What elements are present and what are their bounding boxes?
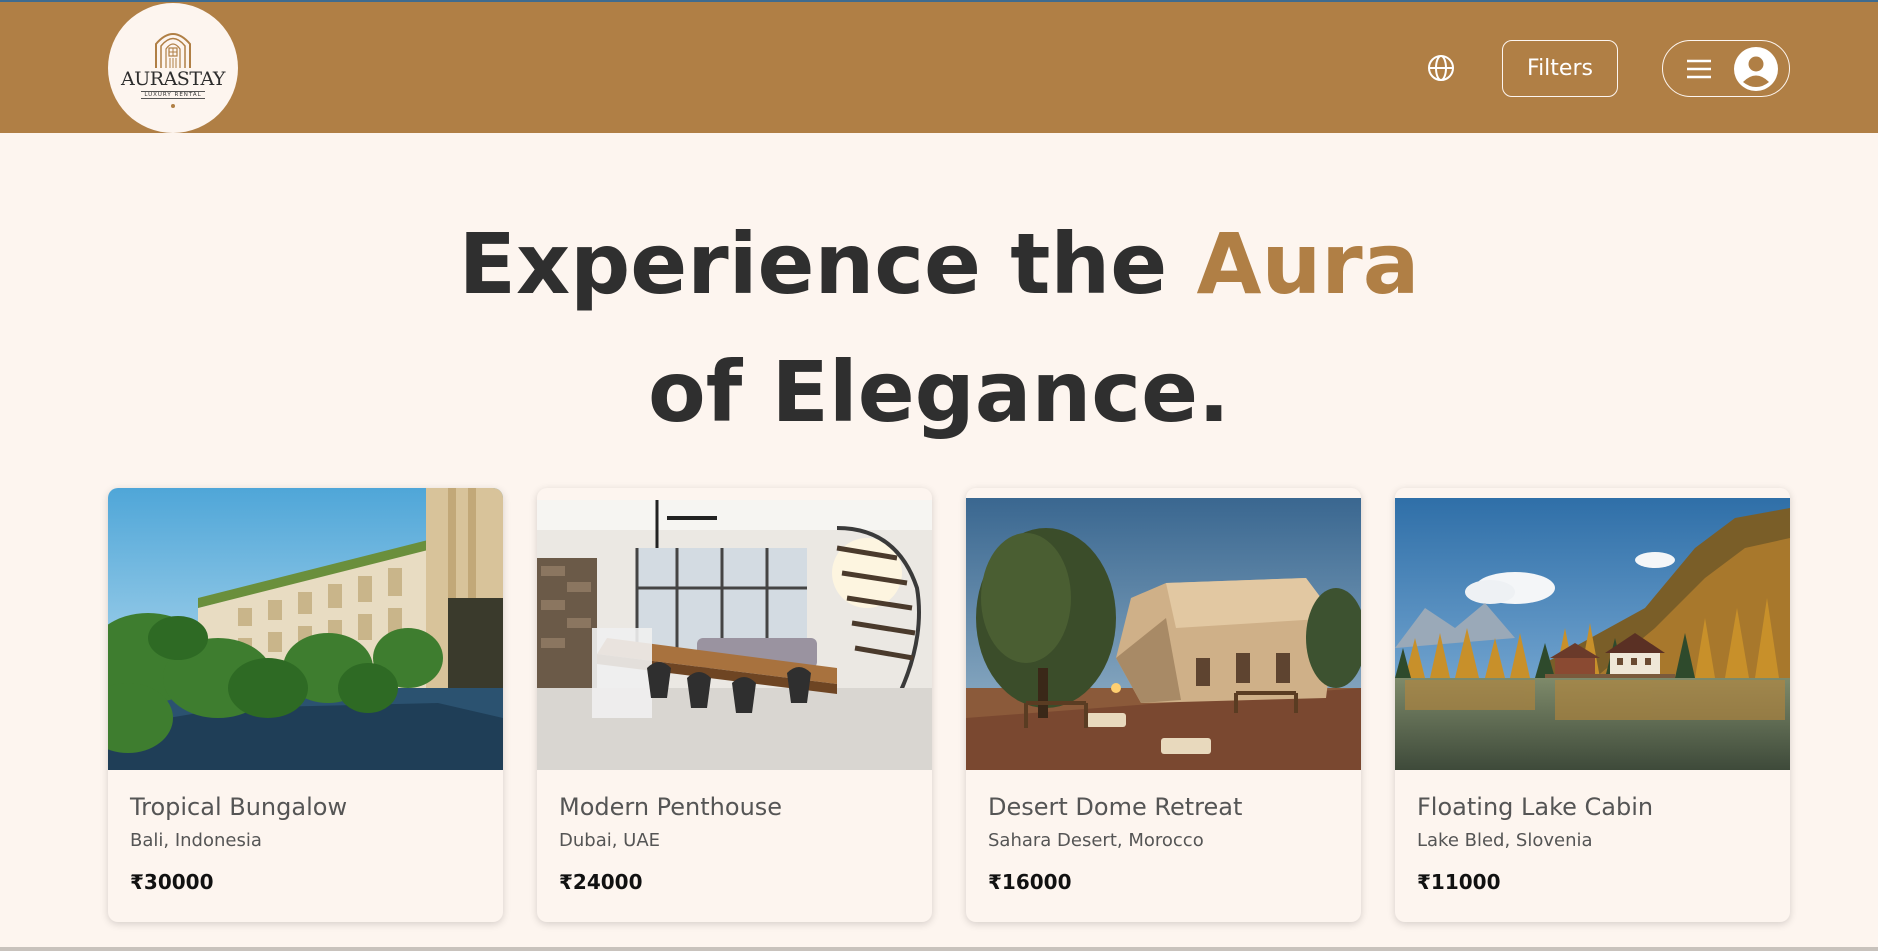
listing-price: ₹30000 [130,870,214,894]
hero-line2-text: of Elegance. [648,343,1230,441]
brand-tagline: LUXURY RENTAL [141,91,205,99]
listing-title: Modern Penthouse [559,793,783,821]
user-avatar-icon [1734,46,1778,91]
listing-image-desert-dome-retreat [966,488,1361,770]
brand-logo[interactable]: AURASTAY LUXURY RENTAL [108,3,238,133]
listing-image-modern-penthouse [537,488,932,770]
house-crest-icon [155,33,191,68]
listing-location: Sahara Desert, Morocco [988,830,1204,851]
hero-accent-word: Aura [1196,215,1420,313]
listing-price: ₹24000 [559,870,643,894]
listing-location: Dubai, UAE [559,830,661,851]
navbar: AURASTAY LUXURY RENTAL Filters [0,2,1878,133]
brand-name: AURASTAY [121,68,225,90]
language-button[interactable] [1426,53,1456,83]
listing-card-desert-dome-retreat[interactable]: Desert Dome Retreat Sahara Desert, Moroc… [966,488,1361,922]
listing-card-floating-lake-cabin[interactable]: Floating Lake Cabin Lake Bled, Slovenia … [1395,488,1790,922]
globe-icon [1428,55,1454,81]
listings-grid: Tropical Bungalow Bali, Indonesia ₹30000 [108,488,1790,922]
listing-image-tropical-bungalow [108,488,503,770]
listing-price: ₹16000 [988,870,1072,894]
listing-card-modern-penthouse[interactable]: Modern Penthouse Dubai, UAE ₹24000 [537,488,932,922]
listing-title: Desert Dome Retreat [988,793,1243,821]
listing-location: Lake Bled, Slovenia [1417,830,1593,851]
filters-button[interactable]: Filters [1502,40,1618,97]
hero-heading: Experience the Aura of Elegance. [0,200,1878,456]
listing-title: Floating Lake Cabin [1417,793,1654,821]
logo-dot [171,104,175,108]
listing-card-tropical-bungalow[interactable]: Tropical Bungalow Bali, Indonesia ₹30000 [108,488,503,922]
user-menu-button[interactable] [1662,40,1790,97]
listing-price: ₹11000 [1417,870,1501,894]
listing-image-floating-lake-cabin [1395,488,1790,770]
listing-title: Tropical Bungalow [130,793,348,821]
hamburger-icon [1687,59,1711,78]
hero-line1-text: Experience the [458,215,1197,313]
window-bottom-border [0,947,1878,951]
listing-location: Bali, Indonesia [130,830,262,851]
